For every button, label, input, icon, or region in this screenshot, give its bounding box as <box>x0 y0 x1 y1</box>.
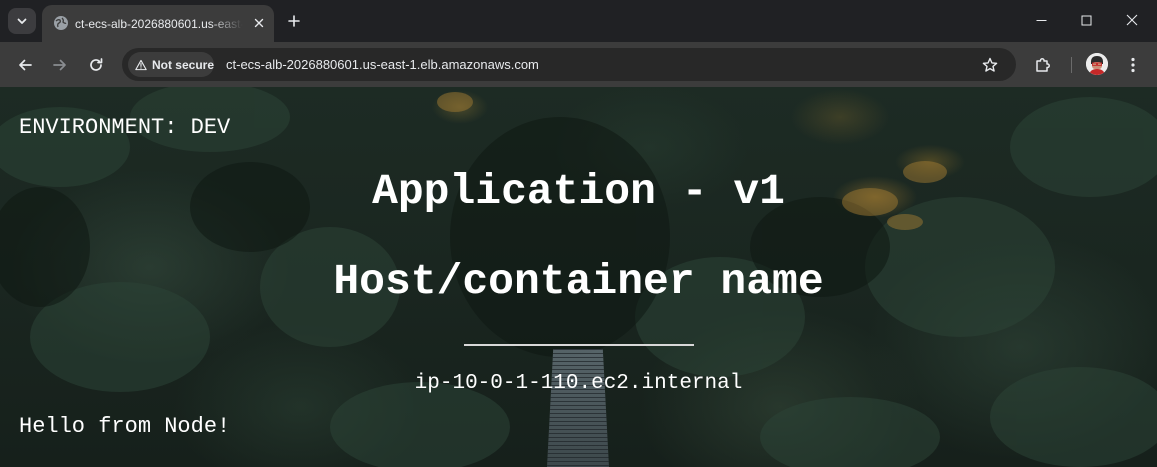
web-page: ENVIRONMENT: DEV Application - v1 Host/c… <box>0 87 1157 467</box>
greeting-text: Hello from Node! <box>19 414 231 439</box>
forward-button[interactable] <box>46 51 74 79</box>
close-window-button[interactable] <box>1109 0 1155 40</box>
security-label: Not secure <box>151 57 214 72</box>
bookmark-button[interactable] <box>979 54 1001 76</box>
reload-button[interactable] <box>82 51 110 79</box>
profile-avatar-icon <box>1086 53 1108 75</box>
extensions-button[interactable] <box>1029 51 1057 79</box>
star-icon <box>982 57 998 72</box>
maximize-button[interactable] <box>1063 0 1109 40</box>
maximize-icon <box>1081 15 1091 25</box>
back-button[interactable] <box>11 51 39 79</box>
browser-tab[interactable]: ct-ecs-alb-2026880601.us-east-1.elb.amaz… <box>42 5 274 42</box>
arrow-right-icon <box>53 59 66 71</box>
horizontal-divider <box>464 344 694 346</box>
address-bar[interactable]: Not secure ct-ecs-alb-2026880601.us-east… <box>122 48 1016 81</box>
url-text[interactable]: ct-ecs-alb-2026880601.us-east-1.elb.amaz… <box>226 56 539 73</box>
browser-toolbar: Not secure ct-ecs-alb-2026880601.us-east… <box>0 42 1157 87</box>
close-icon <box>1126 14 1138 26</box>
avatar[interactable] <box>1086 53 1108 75</box>
tab-search-button[interactable] <box>8 8 36 34</box>
puzzle-icon <box>1036 58 1050 72</box>
kebab-menu-icon <box>1131 57 1135 73</box>
warning-icon <box>135 59 147 70</box>
app-title: Application - v1 <box>372 167 785 216</box>
chevron-down-icon <box>17 18 27 24</box>
close-icon <box>254 18 264 28</box>
new-tab-button[interactable] <box>282 9 306 33</box>
browser-menu-button[interactable] <box>1119 51 1147 79</box>
bridge-rails-image <box>547 349 609 467</box>
site-info-chip[interactable]: Not secure <box>128 52 214 77</box>
reload-icon <box>90 58 103 71</box>
tab-close-button[interactable] <box>249 13 269 33</box>
tab-strip: ct-ecs-alb-2026880601.us-east-1.elb.amaz… <box>0 0 1157 42</box>
minimize-icon <box>1036 19 1046 21</box>
hostname-value: ip-10-0-1-110.ec2.internal <box>414 372 743 395</box>
minimize-button[interactable] <box>1018 0 1064 40</box>
tab-title: ct-ecs-alb-2026880601.us-east-1.elb.amaz… <box>75 17 243 31</box>
environment-label: ENVIRONMENT: DEV <box>19 115 231 140</box>
plus-icon <box>288 15 300 27</box>
toolbar-divider <box>1071 57 1072 73</box>
globe-icon <box>54 16 68 30</box>
arrow-left-icon <box>19 59 32 71</box>
host-heading: Host/container name <box>333 257 824 306</box>
